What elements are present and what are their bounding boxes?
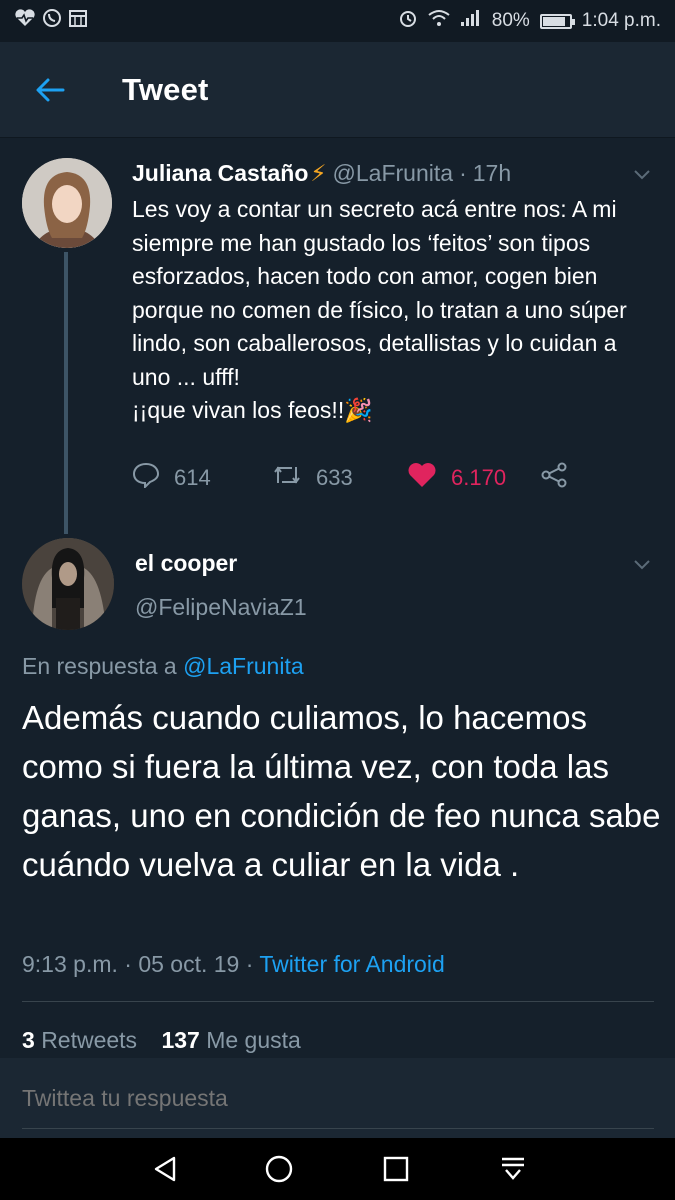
whatsapp-icon (42, 8, 62, 34)
back-arrow-icon[interactable] (30, 70, 70, 110)
home-circle-icon[interactable] (264, 1154, 294, 1184)
share-button[interactable] (540, 462, 568, 494)
signal-icon (460, 9, 482, 33)
back-triangle-icon[interactable] (150, 1154, 180, 1184)
status-time: 1:04 p.m. (581, 10, 661, 31)
likes-label: Me gusta (206, 1027, 301, 1053)
tweet-text: Además cuando culiamos, lo hacemos como … (22, 699, 661, 883)
status-bar: 80% 1:04 p.m. (0, 0, 675, 42)
reply-handle-link[interactable]: @LaFrunita (183, 653, 304, 679)
author-name[interactable]: Juliana Castaño (132, 160, 308, 187)
avatar[interactable] (22, 158, 112, 248)
retweet-count: 633 (316, 465, 353, 490)
tweet-actions: 614 633 6.170 (132, 462, 568, 494)
reply-input[interactable] (22, 1085, 642, 1112)
like-count: 6.170 (451, 465, 507, 490)
tweet-header: Juliana Castaño ⚡ @LaFrunita · 17h (132, 160, 511, 187)
tweet-text-line: Les voy a contar un secreto acá entre no… (132, 196, 627, 390)
likes-count: 137 (161, 1027, 200, 1053)
reply-count: 614 (174, 465, 211, 490)
avatar[interactable] (22, 538, 114, 630)
tweet-text-line: ¡¡que vivan los feos!!🎉 (132, 397, 373, 423)
system-nav-bar (0, 1138, 675, 1200)
alarm-icon (398, 8, 418, 34)
notification-pulldown-icon[interactable] (498, 1154, 528, 1184)
thread-connector (64, 252, 68, 534)
tweet-time: 17h (472, 160, 512, 186)
tweet-meta: 9:13 p.m. · 05 oct. 19 · Twitter for And… (22, 951, 445, 978)
reply-icon (132, 462, 160, 494)
heart-pulse-icon (14, 9, 36, 33)
wifi-icon (428, 9, 450, 33)
lightning-emoji: ⚡ (310, 160, 327, 186)
recents-square-icon[interactable] (381, 1154, 411, 1184)
top-app-bar: Tweet (0, 42, 675, 138)
tweet-timestamp: 9:13 p.m. · 05 oct. 19 (22, 951, 240, 977)
reply-context: En respuesta a @LaFrunita (22, 653, 304, 680)
likes-stat[interactable]: 137 Me gusta (161, 1027, 300, 1053)
retweet-icon (272, 463, 302, 493)
share-icon (540, 462, 568, 494)
separator-dot: · (459, 160, 467, 186)
tweet-source-link[interactable]: Twitter for Android (259, 951, 444, 977)
retweets-label: Retweets (41, 1027, 138, 1053)
reply-prefix: En respuesta a (22, 653, 177, 679)
calendar-icon (68, 8, 88, 34)
battery-icon (539, 13, 575, 29)
tweet-text: Les voy a contar un secreto acá entre no… (132, 193, 652, 428)
reply-input-underline (22, 1128, 654, 1129)
chevron-down-icon[interactable] (631, 163, 653, 185)
meta-separator: · (239, 951, 260, 977)
retweet-button[interactable]: 633 (272, 463, 407, 493)
tweet-stats: 3 Retweets 137 Me gusta (22, 1027, 301, 1054)
battery-percent: 80% (491, 10, 530, 31)
page-title: Tweet (122, 71, 209, 107)
like-button[interactable]: 6.170 (407, 462, 540, 494)
retweets-stat[interactable]: 3 Retweets (22, 1027, 137, 1053)
author-name[interactable]: el cooper (135, 550, 237, 577)
divider (22, 1001, 654, 1002)
heart-icon (407, 462, 437, 494)
reply-button[interactable]: 614 (132, 462, 272, 494)
author-handle[interactable]: @FelipeNaviaZ1 (135, 594, 307, 621)
retweets-count: 3 (22, 1027, 35, 1053)
chevron-down-icon[interactable] (631, 553, 653, 575)
author-handle[interactable]: @LaFrunita (333, 160, 454, 187)
